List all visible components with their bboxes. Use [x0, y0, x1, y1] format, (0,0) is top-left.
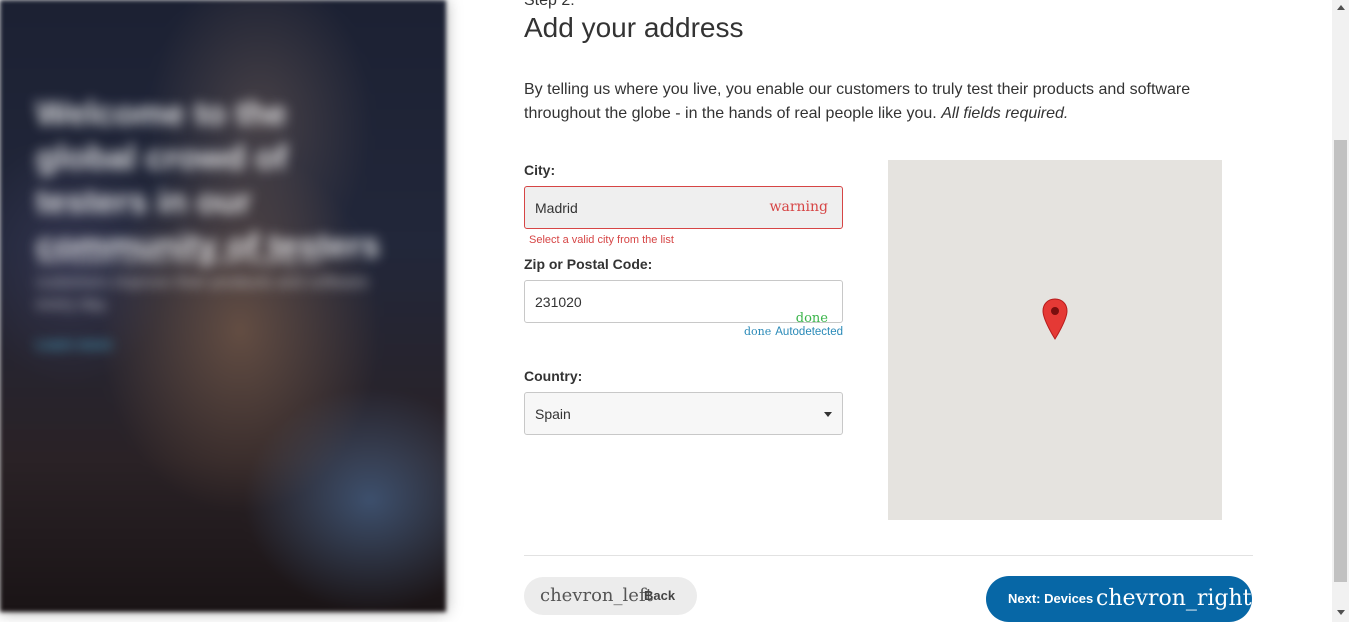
scroll-thumb[interactable]	[1334, 140, 1347, 582]
city-label: City:	[524, 162, 556, 178]
vertical-scrollbar[interactable]	[1332, 0, 1349, 622]
intro-body: By telling us where you live, you enable…	[524, 81, 1191, 122]
hero-heading: Welcome to the global crowd of testers i…	[36, 95, 380, 265]
chevron-left-icon: chevron_left	[540, 585, 653, 606]
map-pin-icon[interactable]	[1042, 298, 1068, 340]
city-field[interactable]: warning	[524, 186, 843, 229]
country-label: Country:	[524, 368, 583, 384]
zip-label: Zip or Postal Code:	[524, 256, 653, 272]
hero-link[interactable]: Learn more	[36, 336, 112, 352]
city-input[interactable]	[535, 187, 765, 228]
autodetected-label: Autodetected	[775, 326, 844, 338]
dropdown-caret-icon	[824, 412, 832, 417]
warning-icon: warning	[769, 199, 829, 215]
back-button-label: Back	[644, 588, 676, 603]
hero-paragraph: Join testers across the globe helping ou…	[36, 252, 369, 313]
zip-field[interactable]: done	[524, 280, 843, 326]
back-button[interactable]: chevron_left Back	[524, 577, 697, 615]
autodetected-note: done Autodetected	[744, 325, 843, 338]
scroll-up-arrow-icon[interactable]	[1337, 5, 1345, 10]
location-map[interactable]	[888, 160, 1222, 520]
intro-required-note: All fields required.	[941, 105, 1069, 122]
next-button-label: Next: Devices	[1008, 591, 1094, 606]
done-icon: done	[795, 311, 828, 326]
zip-input[interactable]	[535, 281, 765, 322]
next-devices-button[interactable]: Next: Devices chevron_right	[986, 576, 1252, 622]
chevron-right-icon: chevron_right	[1096, 586, 1252, 611]
autodetected-done-icon: done	[744, 325, 772, 338]
city-error-message: Select a valid city from the list	[529, 234, 674, 246]
step-indicator: Step 2:	[524, 0, 575, 9]
country-select[interactable]: Spain	[524, 392, 843, 435]
footer-divider	[524, 555, 1253, 556]
scroll-down-arrow-icon[interactable]	[1337, 610, 1345, 615]
page-title: Add your address	[524, 12, 744, 43]
intro-text: By telling us where you live, you enable…	[524, 78, 1224, 126]
country-selected-value: Spain	[535, 406, 571, 422]
